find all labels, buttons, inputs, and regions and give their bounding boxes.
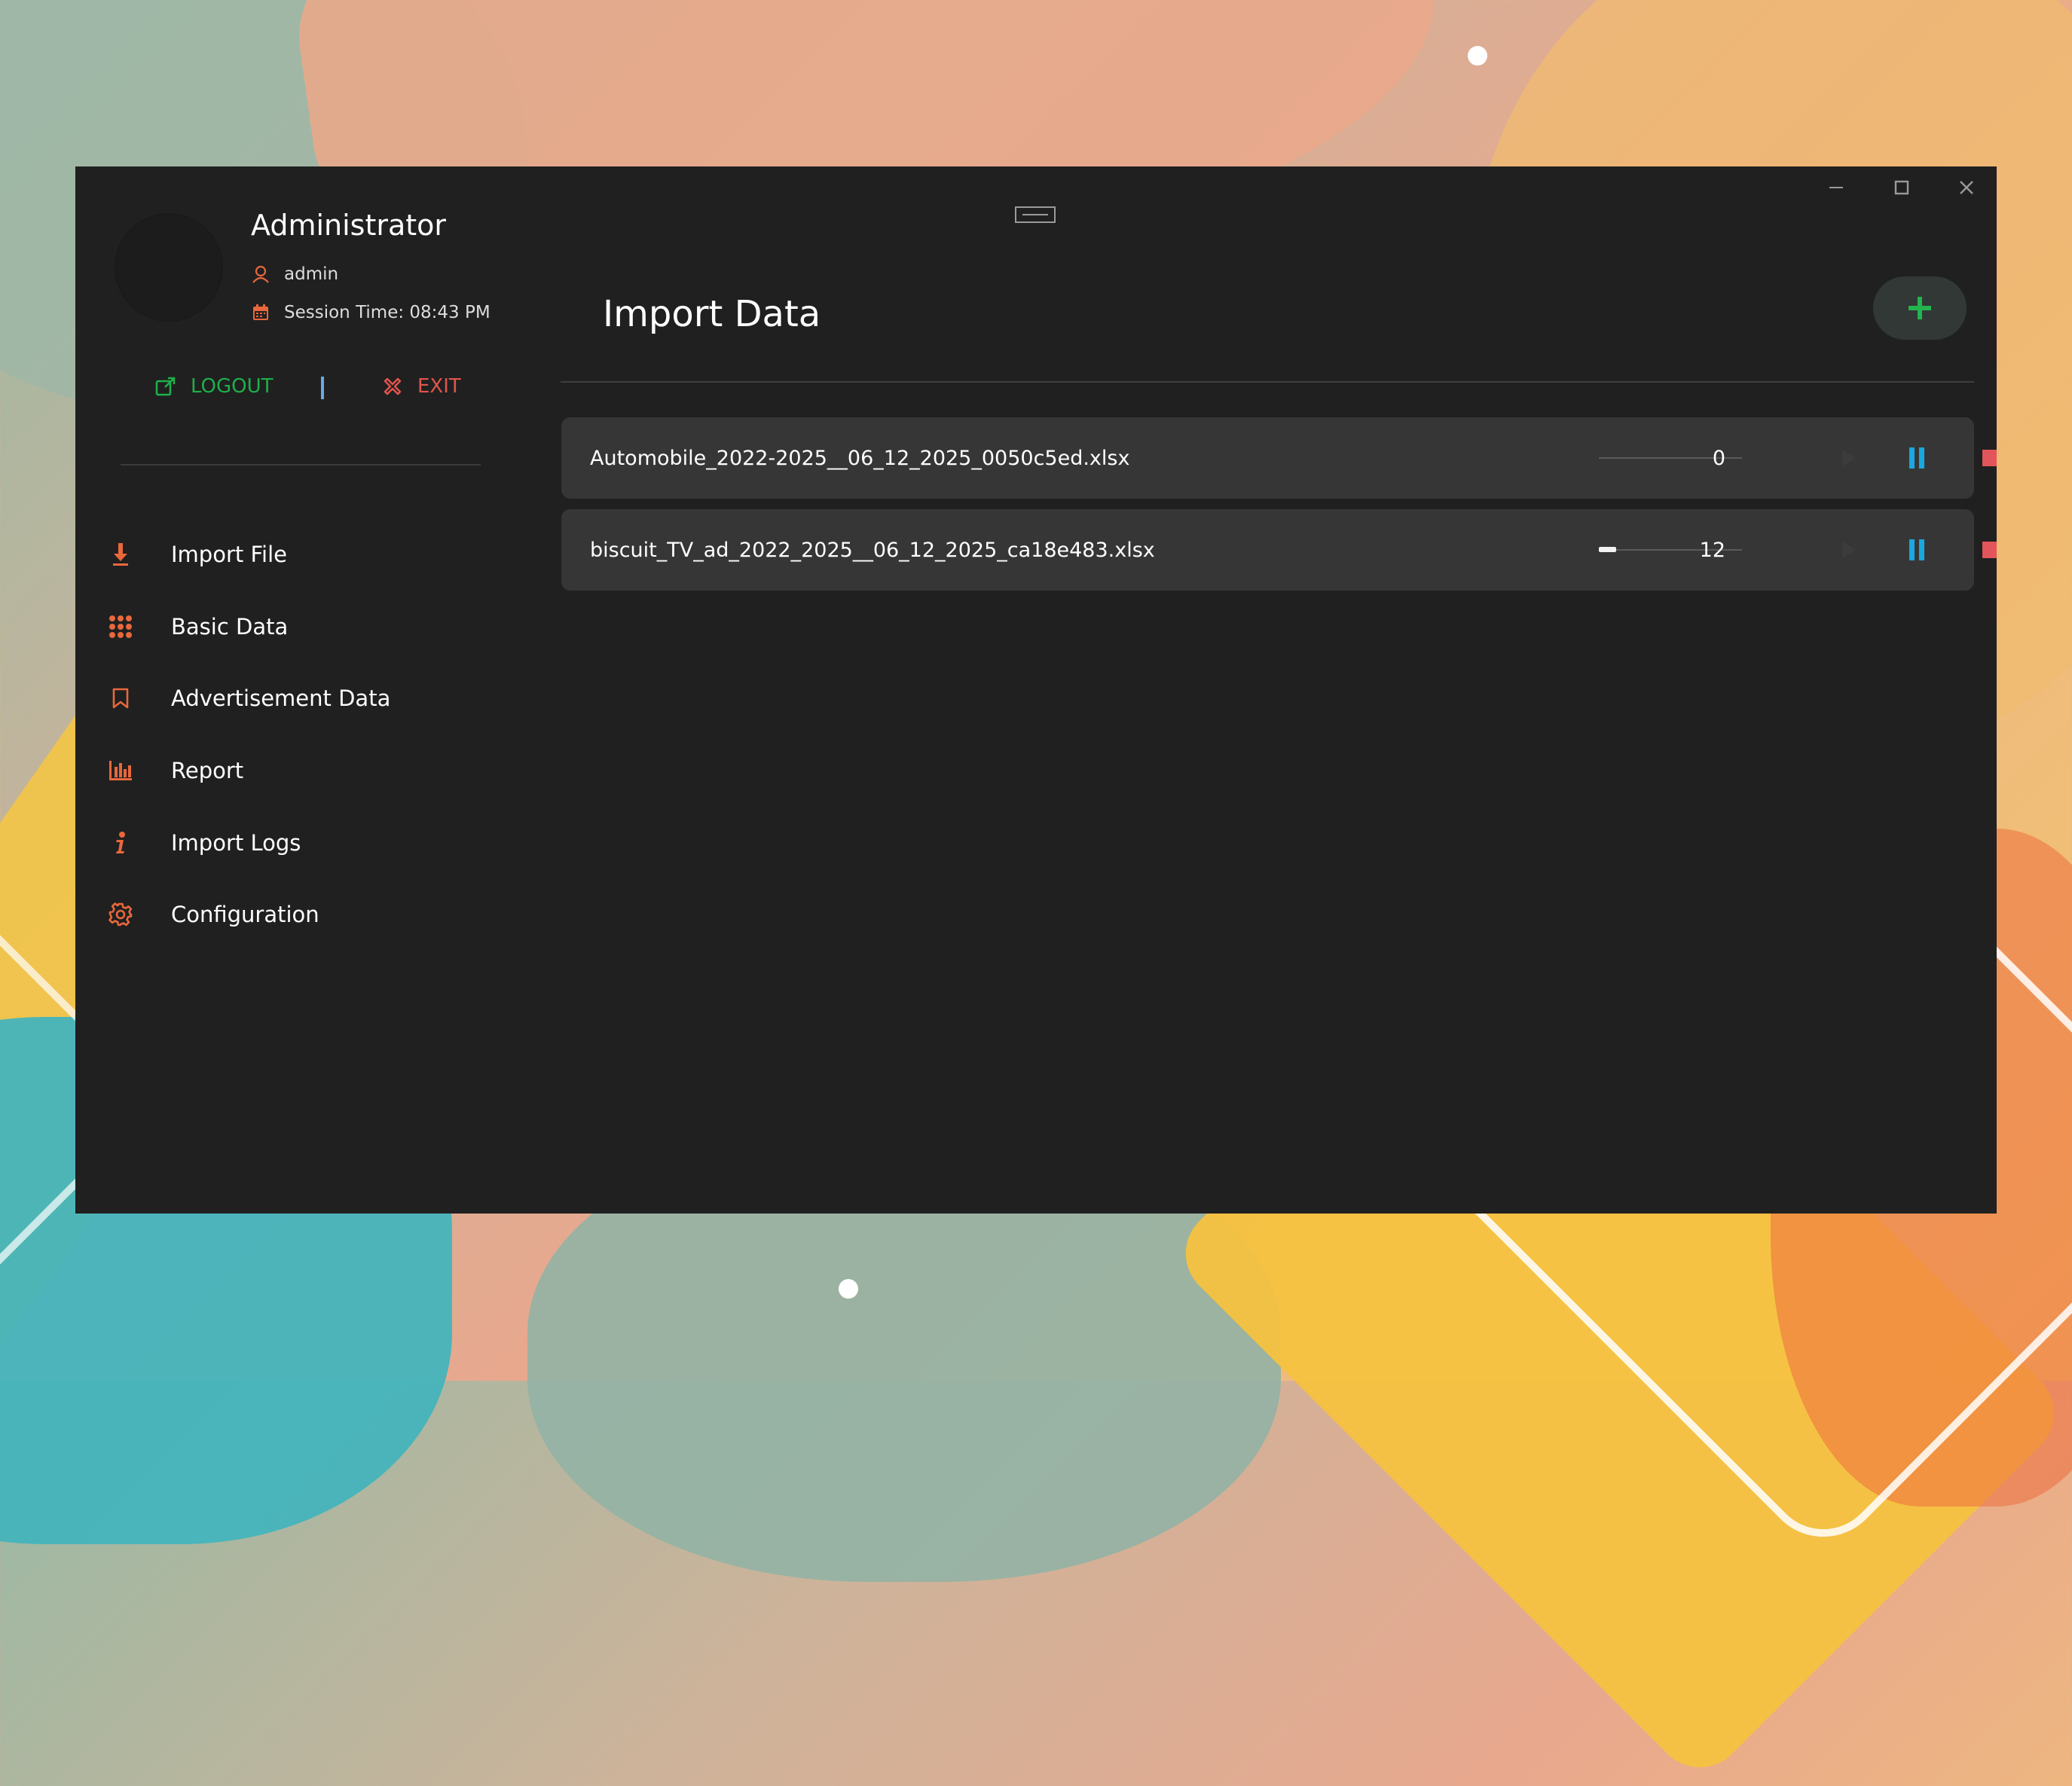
import-progress-fill — [1599, 547, 1616, 552]
stop-icon — [1982, 450, 1997, 466]
actions-separator — [321, 377, 324, 399]
stop-button[interactable] — [1977, 536, 1997, 563]
drag-handle[interactable] — [1015, 206, 1056, 223]
sidebar-item-import-logs[interactable]: Import Logs — [75, 817, 558, 869]
sidebar-item-label: Import File — [171, 542, 287, 567]
sidebar-item-label: Report — [171, 758, 244, 783]
pause-icon — [1909, 447, 1924, 469]
user-name: Administrator — [251, 209, 447, 242]
sidebar-item-label: Configuration — [171, 902, 319, 927]
external-link-icon — [154, 375, 177, 398]
download-icon — [107, 541, 134, 568]
title-divider — [561, 381, 1974, 383]
pause-button[interactable] — [1903, 443, 1930, 473]
page-title: Import Data — [603, 293, 821, 335]
user-icon — [251, 264, 270, 284]
bookmark-icon — [107, 685, 134, 712]
sidebar-item-import-file[interactable]: Import File — [75, 528, 558, 581]
user-username-row: admin — [251, 264, 338, 284]
stop-icon — [1982, 542, 1997, 558]
minimize-button[interactable] — [1821, 172, 1851, 203]
import-file-name: biscuit_TV_ad_2022_2025__06_12_2025_ca18… — [590, 538, 1155, 562]
user-username: admin — [284, 264, 339, 284]
minimize-icon — [1829, 187, 1843, 188]
pause-icon — [1909, 539, 1924, 560]
import-row: Automobile_2022-2025__06_12_2025_0050c5e… — [561, 417, 1997, 499]
import-count: 12 — [1699, 538, 1725, 562]
stop-button[interactable] — [1977, 444, 1997, 472]
import-count: 0 — [1712, 446, 1725, 470]
pause-button[interactable] — [1903, 535, 1930, 565]
sidebar-item-label: Advertisement Data — [171, 685, 391, 711]
session-time: Session Time: 08:43 PM — [284, 303, 490, 322]
import-row: biscuit_TV_ad_2022_2025__06_12_2025_ca18… — [561, 509, 1997, 591]
play-button[interactable] — [1835, 444, 1862, 472]
gear-icon — [107, 901, 134, 928]
logout-button[interactable]: LOGOUT — [154, 375, 274, 398]
calendar-icon — [251, 303, 270, 322]
sidebar-item-report[interactable]: Report — [75, 744, 558, 797]
account-actions: LOGOUT EXIT — [75, 375, 558, 405]
add-import-button[interactable] — [1873, 276, 1967, 340]
session-time-row: Session Time: 08:43 PM — [251, 303, 490, 322]
bar-chart-icon — [107, 757, 134, 784]
close-circle-icon — [381, 375, 404, 398]
sidebar-divider — [121, 464, 481, 466]
close-button[interactable] — [1951, 172, 1982, 203]
info-icon — [107, 829, 134, 856]
sidebar-item-configuration[interactable]: Configuration — [75, 888, 558, 941]
play-icon — [1842, 450, 1856, 466]
grid-icon — [107, 613, 134, 640]
play-button[interactable] — [1835, 536, 1862, 563]
play-icon — [1842, 542, 1856, 558]
sidebar: Administrator admin Session Time: 08:43 … — [75, 166, 558, 1214]
maximize-button[interactable] — [1887, 172, 1917, 203]
sidebar-item-basic-data[interactable]: Basic Data — [75, 600, 558, 653]
sidebar-item-advertisement-data[interactable]: Advertisement Data — [75, 672, 558, 725]
exit-label: EXIT — [417, 375, 461, 398]
sidebar-item-label: Basic Data — [171, 614, 289, 640]
app-window: Administrator admin Session Time: 08:43 … — [75, 166, 1997, 1214]
plus-icon — [1909, 297, 1931, 319]
avatar — [115, 213, 223, 322]
close-icon — [1960, 181, 1973, 194]
exit-button[interactable]: EXIT — [381, 375, 461, 398]
import-file-name: Automobile_2022-2025__06_12_2025_0050c5e… — [590, 446, 1130, 470]
maximize-icon — [1894, 180, 1909, 195]
logout-label: LOGOUT — [191, 375, 274, 398]
sidebar-item-label: Import Logs — [171, 830, 301, 856]
